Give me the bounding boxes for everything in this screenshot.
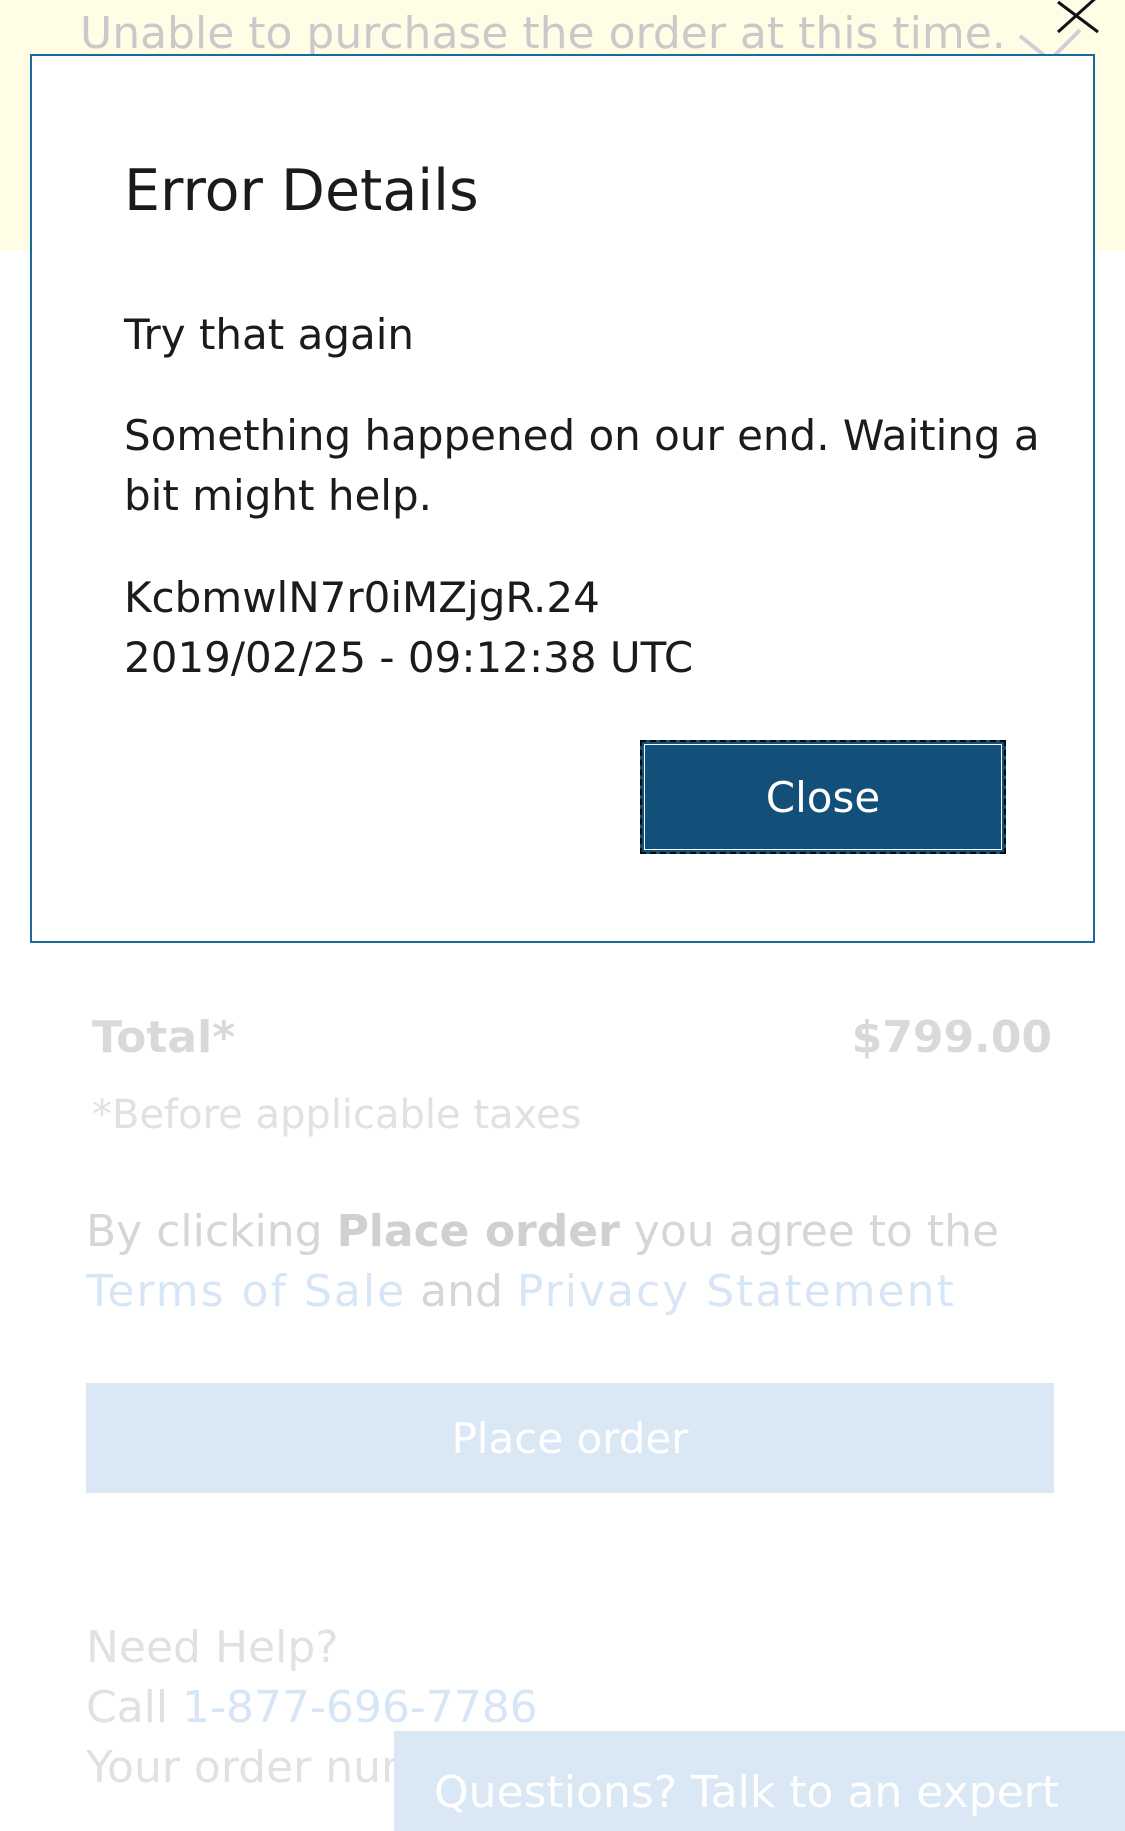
agree-prefix: By clicking — [86, 1206, 337, 1257]
agree-and: and — [406, 1266, 517, 1317]
chat-expert-tab[interactable]: Questions? Talk to an expert — [394, 1731, 1125, 1831]
tax-note: *Before applicable taxes — [92, 1092, 582, 1138]
phone-link[interactable]: 1-877-696-7786 — [182, 1682, 538, 1733]
dialog-title: Error Details — [124, 158, 479, 224]
place-order-button[interactable]: Place order — [86, 1383, 1054, 1493]
dialog-message: Something happened on our end. Waiting a… — [124, 411, 1040, 520]
close-icon[interactable] — [1010, 0, 1100, 60]
error-timestamp: 2019/02/25 - 09:12:38 UTC — [124, 633, 694, 682]
agree-middle: you agree to the — [619, 1206, 1000, 1257]
help-call-line: Call 1-877-696-7786 — [86, 1678, 538, 1738]
privacy-statement-link[interactable]: Privacy Statement — [517, 1266, 956, 1317]
error-code: KcbmwlN7r0iMZjgR.24 — [124, 573, 600, 622]
total-label: Total* — [92, 1012, 236, 1063]
error-reference: KcbmwlN7r0iMZjgR.24 2019/02/25 - 09:12:3… — [124, 568, 693, 688]
dialog-subtitle: Try that again — [124, 310, 415, 359]
banner-message: Unable to purchase the order at this tim… — [80, 8, 1006, 59]
order-total-row: Total* $799.00 — [92, 1012, 1052, 1063]
terms-of-sale-link[interactable]: Terms of Sale — [86, 1266, 406, 1317]
help-heading: Need Help? — [86, 1622, 339, 1673]
agree-bold: Place order — [336, 1206, 620, 1257]
error-details-dialog: Error Details Try that again Something h… — [30, 54, 1095, 943]
terms-agreement: By clicking Place order you agree to the… — [86, 1202, 1046, 1322]
close-button[interactable]: Close — [640, 740, 1006, 854]
total-value: $799.00 — [851, 1012, 1052, 1063]
call-label: Call — [86, 1682, 183, 1733]
